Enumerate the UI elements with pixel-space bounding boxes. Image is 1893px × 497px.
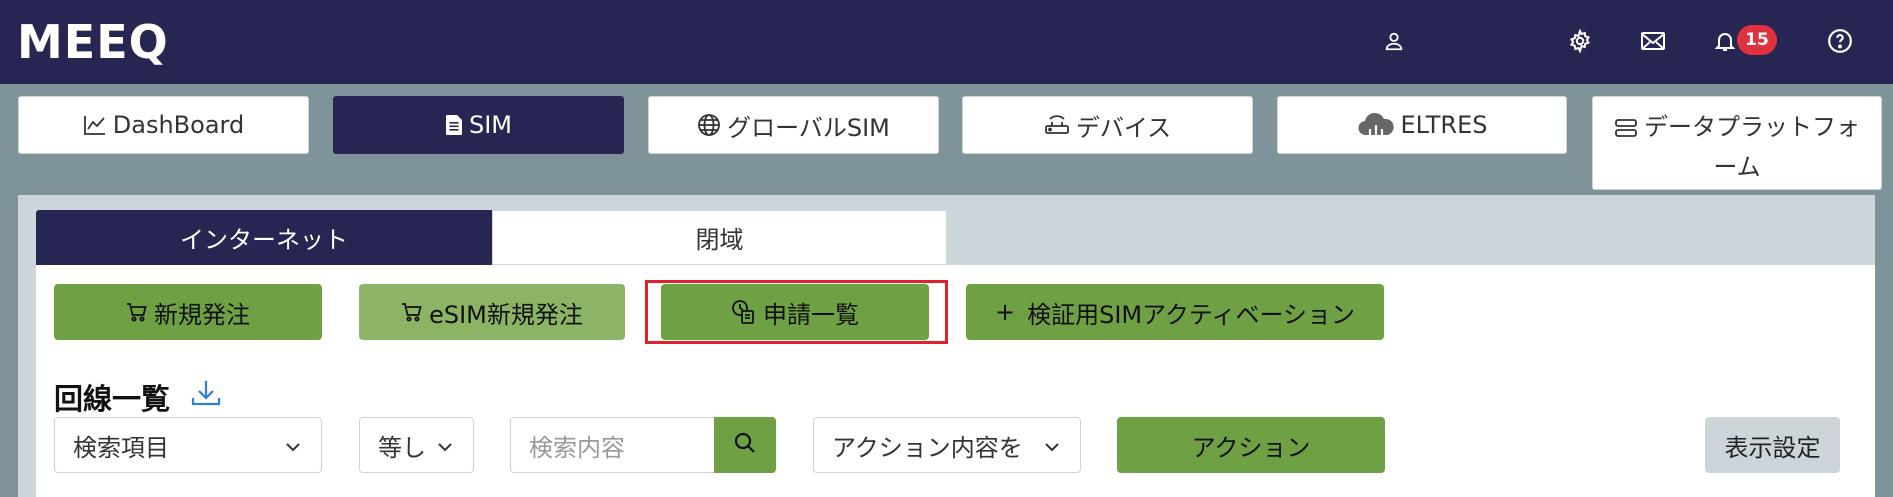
chart-line-icon bbox=[83, 114, 107, 136]
action-select[interactable]: アクション内容を bbox=[813, 417, 1081, 473]
tab-internet[interactable]: インターネット bbox=[36, 210, 492, 265]
nav-tab-label: ELTRES bbox=[1400, 111, 1488, 139]
nav-tab-label: グローバルSIM bbox=[727, 113, 890, 142]
chevron-down-icon bbox=[1042, 435, 1062, 463]
search-icon bbox=[732, 430, 758, 460]
cloud-icon bbox=[1357, 111, 1395, 139]
test-sim-activation-button[interactable]: + 検証用SIMアクティベーション bbox=[966, 284, 1384, 340]
mail-icon[interactable] bbox=[1638, 26, 1668, 56]
action-button[interactable]: アクション bbox=[1117, 417, 1385, 473]
user-icon[interactable] bbox=[1379, 26, 1409, 56]
nav-tab-dashboard[interactable]: DashBoard bbox=[18, 96, 309, 154]
router-icon bbox=[1044, 114, 1070, 136]
cart-icon bbox=[401, 301, 423, 323]
search-placeholder: 検索内容 bbox=[529, 433, 625, 462]
esim-new-order-button[interactable]: eSIM新規発注 bbox=[359, 284, 625, 340]
plus-icon: + bbox=[994, 298, 1016, 326]
chevron-down-icon bbox=[283, 435, 303, 463]
bell-icon[interactable] bbox=[1710, 26, 1740, 56]
highlight-box bbox=[645, 280, 948, 344]
button-label: アクション bbox=[1191, 433, 1311, 462]
tab-label: 閉域 bbox=[695, 226, 744, 254]
nav-tab-data-platform[interactable]: データプラットフォ ーム bbox=[1592, 96, 1882, 190]
button-label: eSIM新規発注 bbox=[429, 300, 583, 329]
display-settings-button[interactable]: 表示設定 bbox=[1705, 417, 1840, 473]
operator-select[interactable]: 等し bbox=[359, 417, 474, 473]
tab-closed-network[interactable]: 閉域 bbox=[492, 210, 947, 265]
cart-icon bbox=[126, 301, 148, 323]
sim-card-icon bbox=[445, 114, 463, 136]
nav-tab-eltres[interactable]: ELTRES bbox=[1277, 96, 1567, 154]
server-icon bbox=[1614, 118, 1638, 138]
search-field-select[interactable]: 検索項目 bbox=[54, 417, 322, 473]
button-label: 新規発注 bbox=[154, 300, 250, 329]
new-order-button[interactable]: 新規発注 bbox=[54, 284, 322, 340]
button-label: 表示設定 bbox=[1724, 433, 1821, 462]
download-icon[interactable] bbox=[190, 378, 222, 412]
nav-tab-sim[interactable]: SIM bbox=[333, 96, 624, 154]
select-value: 検索項目 bbox=[73, 433, 169, 462]
nav-tab-label: データプラットフォ bbox=[1644, 113, 1860, 141]
search-input[interactable]: 検索内容 bbox=[510, 417, 716, 473]
nav-tab-label-line2: ーム bbox=[1713, 152, 1761, 181]
logo[interactable]: MEEQ bbox=[17, 18, 169, 66]
select-value: 等し bbox=[378, 433, 426, 462]
button-label: 検証用SIMアクティベーション bbox=[1027, 300, 1355, 329]
page-title: 回線一覧 bbox=[54, 382, 171, 416]
nav-tab-global-sim[interactable]: グローバルSIM bbox=[648, 96, 939, 154]
notification-badge: 15 bbox=[1737, 25, 1777, 55]
tab-label: インターネット bbox=[180, 226, 348, 254]
search-button[interactable] bbox=[714, 417, 776, 473]
help-icon[interactable] bbox=[1825, 26, 1855, 56]
nav-tab-label: SIM bbox=[468, 111, 513, 139]
nav-tab-label: デバイス bbox=[1075, 113, 1172, 142]
chevron-down-icon bbox=[435, 435, 455, 463]
select-value: アクション内容を bbox=[832, 433, 1023, 462]
nav-tab-device[interactable]: デバイス bbox=[962, 96, 1253, 154]
gear-icon[interactable] bbox=[1565, 26, 1595, 56]
top-bar: MEEQ 15 bbox=[0, 0, 1893, 84]
nav-tab-label: DashBoard bbox=[112, 111, 245, 139]
globe-icon bbox=[697, 113, 721, 137]
